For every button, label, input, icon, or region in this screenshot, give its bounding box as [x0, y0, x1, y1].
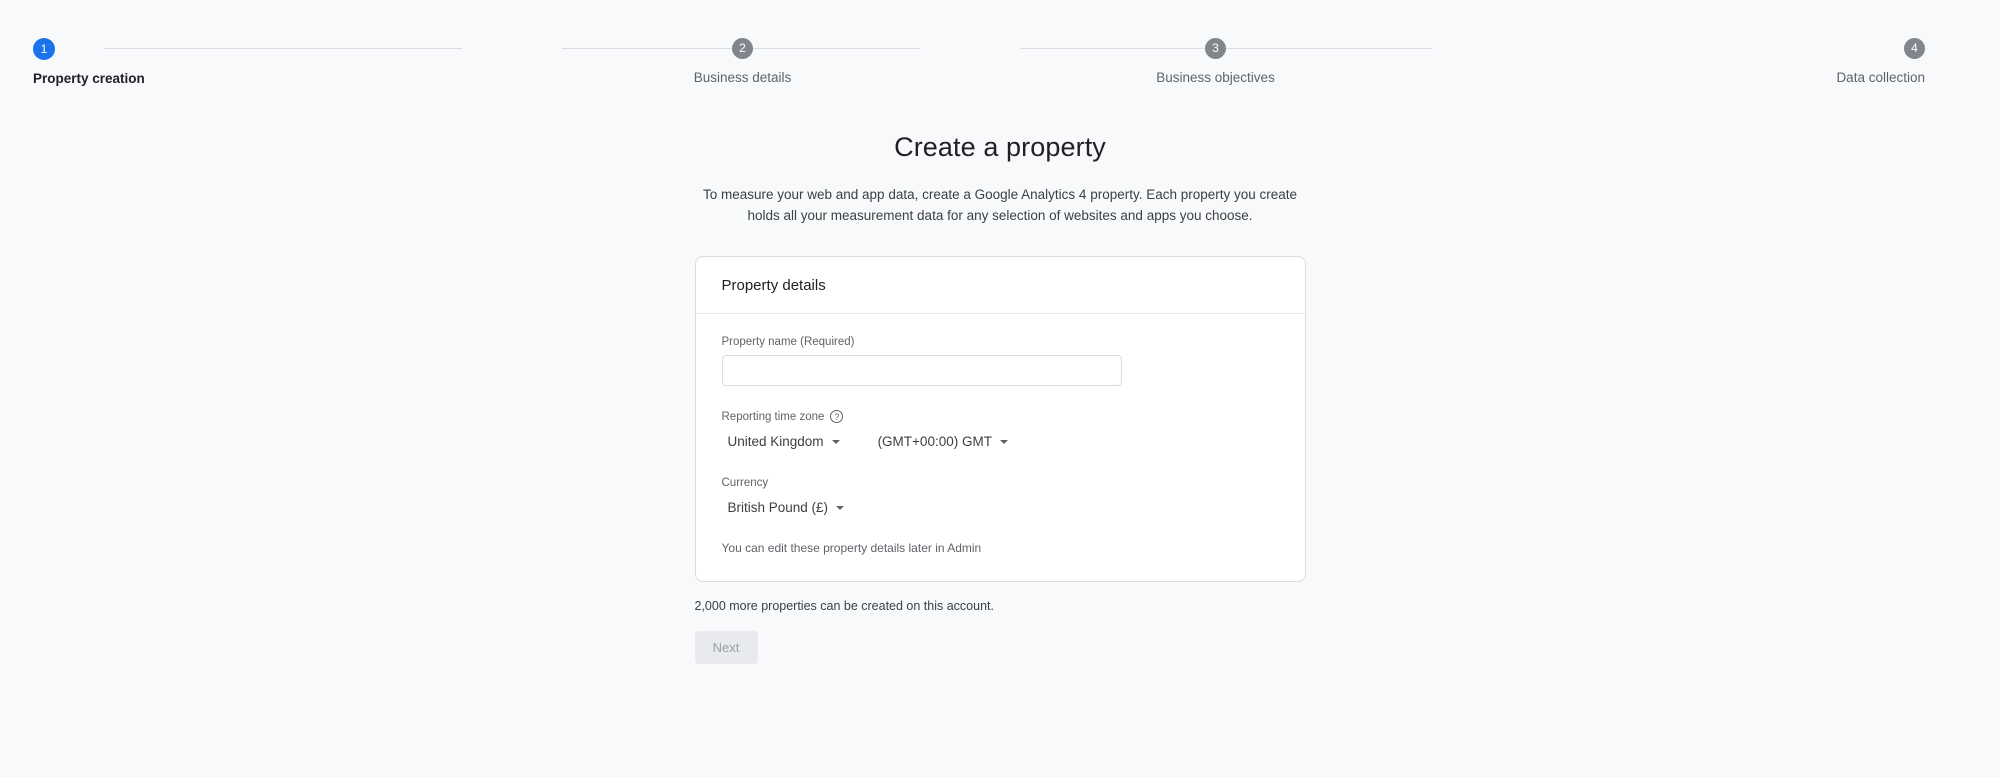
reporting-time-zone-selects: United Kingdom (GMT+00:00) GMT — [722, 430, 1279, 453]
currency-value: British Pound (£) — [727, 500, 829, 515]
page-title: Create a property — [894, 132, 1106, 162]
account-properties-note: 2,000 more properties can be created on … — [694, 599, 995, 613]
stepper-step-property-creation[interactable]: 1 Property creation — [0, 0, 506, 86]
chevron-down-icon — [836, 505, 845, 510]
currency-label: Currency — [721, 477, 769, 489]
step-number-badge-1: 1 — [33, 38, 55, 60]
progress-stepper: 1 Property creation 2 Business details 3… — [0, 0, 2000, 100]
reporting-time-zone-label-row: Reporting time zone ? — [722, 410, 1279, 423]
stepper-connector-1-2 — [104, 48, 462, 49]
stepper-connector-3-4 — [1020, 48, 1432, 49]
step-number-badge-4: 4 — [1904, 38, 1925, 59]
card-helper-note: You can edit these property details late… — [721, 541, 982, 555]
step-number-badge-3: 3 — [1205, 38, 1226, 59]
help-circle-icon[interactable]: ? — [830, 410, 844, 423]
property-name-field-group: Property name (Required) — [721, 336, 1279, 386]
currency-select-row: British Pound (£) — [722, 496, 1279, 519]
currency-select[interactable]: British Pound (£) — [722, 496, 849, 519]
step-number-badge-2: 2 — [732, 38, 753, 59]
currency-field-group: Currency British Pound (£) — [722, 477, 1279, 519]
step-label-business-details: Business details — [693, 70, 792, 85]
stepper-step-data-collection[interactable]: 4 Data collection — [1452, 0, 2000, 85]
chevron-down-icon — [999, 439, 1008, 444]
property-name-label: Property name (Required) — [721, 336, 855, 348]
stepper-step-business-objectives[interactable]: 3 Business objectives — [979, 0, 1452, 85]
property-name-input[interactable] — [721, 355, 1122, 386]
step-label-business-objectives: Business objectives — [1156, 70, 1275, 85]
timezone-offset-value: (GMT+00:00) GMT — [877, 434, 992, 449]
next-button[interactable]: Next — [694, 631, 758, 664]
chevron-down-icon — [831, 439, 840, 444]
step-label-data-collection: Data collection — [1836, 70, 1925, 85]
timezone-country-value: United Kingdom — [727, 434, 824, 449]
step-label-property-creation: Property creation — [33, 71, 145, 86]
card-header-title: Property details — [695, 257, 1305, 314]
stepper-step-business-details[interactable]: 2 Business details — [506, 0, 979, 85]
card-body: Property name (Required) Reporting time … — [696, 314, 1305, 581]
timezone-offset-select[interactable]: (GMT+00:00) GMT — [872, 430, 1012, 453]
reporting-time-zone-field-group: Reporting time zone ? United Kingdom (GM… — [722, 410, 1279, 453]
page-description: To measure your web and app data, create… — [702, 187, 1298, 223]
reporting-time-zone-label: Reporting time zone — [721, 410, 825, 423]
card-actions: Next — [694, 631, 1306, 664]
property-details-card: Property details Property name (Required… — [694, 256, 1306, 582]
timezone-country-select[interactable]: United Kingdom — [722, 430, 844, 453]
